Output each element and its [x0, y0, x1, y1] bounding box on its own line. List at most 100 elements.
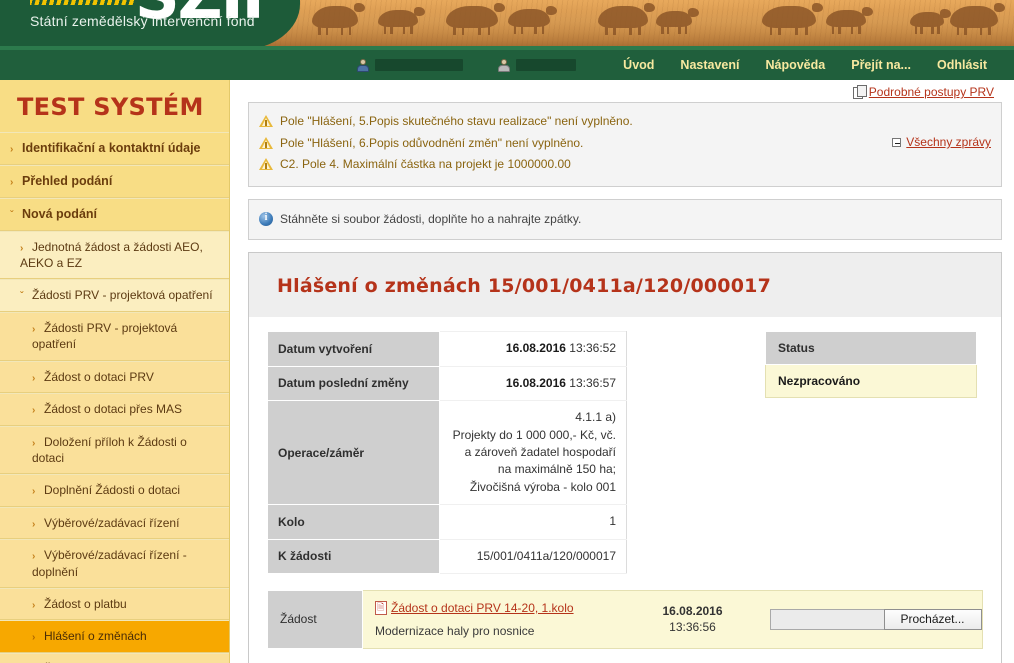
sidebar-item-label: Žádost o dotaci přes MAS [44, 402, 183, 416]
sidebar-item-label: Doplnění Žádosti o dotaci [44, 483, 181, 498]
detail-row-label: Operace/záměr [267, 400, 440, 506]
table-row: Kolo 1 [267, 504, 627, 540]
status-column: Status Nezpracováno [645, 331, 983, 399]
detail-row-value: 16.08.2016 13:36:52 [439, 331, 627, 367]
info-panel: Stáhněte si soubor žádosti, doplňte ho a… [248, 198, 1002, 241]
attachment-time: 13:36:56 [669, 620, 716, 635]
user-name-redacted [375, 59, 464, 71]
sidebar-item-8[interactable]: › Doložení příloh k Žádosti o dotaci [0, 425, 229, 475]
status-header-row: Status [765, 331, 977, 366]
warning-icon [259, 158, 273, 171]
logo-subtitle: Státní zemědělský intervenční fond [30, 13, 255, 29]
sidebar-item-label: Žádost o dotaci PRV [44, 369, 154, 384]
attachment-label: Žádost [267, 589, 363, 649]
sidebar-item-label: Identifikační a kontaktní údaje [22, 141, 201, 155]
user-icon [356, 58, 370, 73]
attachment-file-cell: Žádost o dotaci PRV 14-20, 1.kolo Modern… [362, 589, 628, 649]
table-row: Datum poslední změny 16.08.2016 13:36:57 [267, 365, 627, 402]
nav-link-odhlasit[interactable]: Odhlásit [924, 58, 1000, 72]
chevron-icon: › [20, 242, 24, 254]
nav-link-napoveda[interactable]: Nápověda [752, 58, 838, 72]
sidebar-title: TEST SYSTÉM [0, 80, 229, 132]
detailed-procedures-label: Podrobné postupy PRV [868, 85, 994, 99]
sidebar-item-5[interactable]: › Žádosti PRV - projektová opatření [0, 311, 229, 361]
sidebar-item-9[interactable]: › Doplnění Žádosti o dotaci [0, 474, 229, 507]
detail-row-value: 4.1.1 a) Projekty do 1 000 000,- Kč, vč. a… [439, 400, 627, 506]
top-links-bar: Podrobné postupy PRV [248, 80, 1002, 102]
attachment-table: Žádost Žádost o dotaci PRV 14-20, 1.kolo… [267, 589, 983, 649]
chevron-icon: › [32, 551, 36, 563]
chevron-icon: ˇ [10, 209, 14, 221]
detail-row-value: 1 [439, 504, 627, 540]
subject-icon [497, 58, 511, 73]
detail-row-label: Datum vytvoření [267, 331, 440, 367]
warning-icon [259, 115, 273, 128]
attachment-timestamp: 16.08.2016 13:36:56 [627, 589, 758, 649]
attachment-upload-cell: Procházet... [757, 589, 983, 649]
warning-message-row: C2. Pole 4. Maximální částka na projekt … [259, 154, 991, 176]
chevron-icon: › [32, 323, 36, 335]
detailed-procedures-link[interactable]: Podrobné postupy PRV [852, 85, 994, 99]
logged-user-block [356, 58, 464, 73]
table-row: K žádosti 15/001/0411a/120/000017 [267, 538, 627, 574]
all-messages-link[interactable]: Všechny zprávy [906, 135, 991, 149]
main-navbar: Úvod Nastavení Nápověda Přejít na... Odh… [0, 50, 1014, 80]
warning-message-row: Pole "Hlášení, 5.Popis skutečného stavu … [259, 111, 991, 133]
document-icon [852, 85, 867, 99]
warning-message-row: Pole "Hlášení, 6.Popis odůvodnění změn" … [259, 133, 991, 155]
chevron-icon: ˇ [20, 291, 24, 303]
sidebar-item-3[interactable]: › Jednotná žádost a žádosti AEO, AEKO a E… [0, 230, 229, 280]
warnings-panel: Pole "Hlášení, 5.Popis skutečného stavu … [248, 102, 1002, 187]
sidebar-item-0[interactable]: › Identifikační a kontaktní údaje [0, 132, 229, 165]
sidebar-item-label: Nová podání [22, 206, 98, 221]
collapse-icon[interactable] [892, 138, 902, 147]
sidebar-item-12[interactable]: › Žádost o platbu [0, 587, 229, 621]
sidebar: TEST SYSTÉM › Identifikační a kontaktní ú… [0, 80, 230, 663]
detail-row-value: 15/001/0411a/120/000017 [439, 538, 627, 574]
detail-row-label: Kolo [267, 504, 440, 540]
subject-block [497, 58, 577, 73]
szif-logo[interactable]: SZIF Státní zemědělský intervenční fond [0, 0, 460, 50]
attachment-section: Žádost Žádost o dotaci PRV 14-20, 1.kolo… [249, 589, 1001, 663]
sidebar-item-7[interactable]: › Žádost o dotaci přes MAS [0, 393, 229, 426]
status-value-row: Nezpracováno [765, 364, 977, 399]
warning-message-text: Pole "Hlášení, 5.Popis skutečného stavu … [280, 114, 633, 128]
nav-links: Úvod Nastavení Nápověda Přejít na... Odh… [610, 58, 1000, 72]
info-icon [259, 211, 273, 226]
sidebar-item-10[interactable]: › Výběrové/zadávací řízení [0, 506, 229, 540]
all-messages-block[interactable]: Všechny zprávy [892, 135, 991, 149]
main-content: Podrobné postupy PRV Pole "Hlášení, 5.Po… [230, 80, 1014, 663]
page-title: Hlášení o změnách 15/001/0411a/120/00001… [277, 275, 771, 298]
chevron-icon: › [10, 144, 14, 155]
detail-row-value: 16.08.2016 13:36:57 [439, 365, 627, 402]
table-row: Datum vytvoření 16.08.2016 13:36:52 [267, 331, 627, 367]
file-path-field[interactable] [769, 608, 884, 630]
sidebar-item-label: Přehled podání [22, 173, 113, 188]
sidebar-item-14[interactable]: ›Žádost o schválení výzvy MAS [0, 652, 229, 663]
sidebar-item-label: Výběrové/zadávací řízení [44, 515, 180, 530]
status-badge: Nezpracováno [765, 364, 977, 399]
file-upload-control[interactable]: Procházet... [769, 608, 982, 630]
table-row: Žádost Žádost o dotaci PRV 14-20, 1.kolo… [267, 589, 983, 649]
nav-link-prejit-na[interactable]: Přejít na... [838, 58, 924, 72]
sidebar-item-13[interactable]: › Hlášení o změnách [0, 620, 229, 653]
info-message-text: Stáhněte si soubor žádosti, doplňte ho a… [280, 211, 582, 226]
warning-message-text: C2. Pole 4. Maximální částka na projekt … [280, 157, 571, 172]
attachment-download-link[interactable]: Žádost o dotaci PRV 14-20, 1.kolo [375, 600, 574, 616]
nav-link-nastaveni[interactable]: Nastavení [667, 58, 752, 72]
sidebar-item-label: Výběrové/zadávací řízení - doplnění [32, 548, 187, 579]
sidebar-item-label: Žádost o platbu [44, 596, 127, 611]
status-table: Status Nezpracováno [765, 331, 977, 399]
sidebar-item-2[interactable]: ˇ Nová podání [0, 197, 229, 231]
sidebar-item-6[interactable]: › Žádost o dotaci PRV [0, 360, 229, 393]
chevron-icon: › [32, 405, 36, 416]
warning-icon [259, 136, 273, 150]
sidebar-item-11[interactable]: › Výběrové/zadávací řízení - doplnění [0, 539, 229, 588]
browse-button[interactable]: Procházet... [883, 608, 982, 630]
nav-link-uvod[interactable]: Úvod [610, 58, 667, 72]
attachment-description: Modernizace haly pro nosnice [375, 623, 535, 638]
sidebar-item-1[interactable]: › Přehled podání [0, 164, 229, 198]
chevron-icon: › [10, 176, 14, 188]
table-row: Operace/záměr 4.1.1 a) Projekty do 1 000 0… [267, 400, 627, 506]
sidebar-item-4[interactable]: ˇ Žádosti PRV - projektová opatření [0, 279, 229, 312]
